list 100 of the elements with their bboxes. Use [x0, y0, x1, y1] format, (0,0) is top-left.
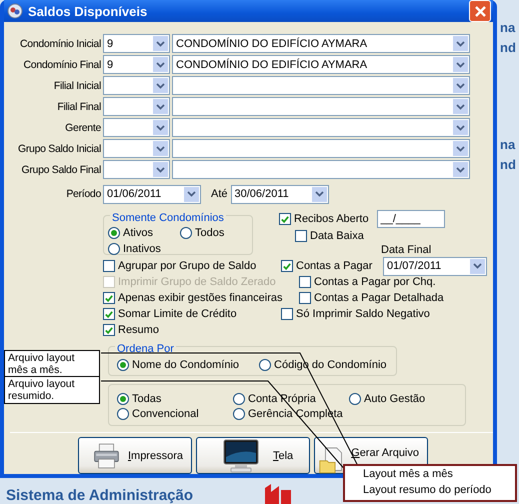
radio-button[interactable]	[117, 358, 129, 370]
checkbox[interactable]	[281, 308, 293, 320]
checkbox[interactable]	[103, 260, 115, 272]
radio-option[interactable]: Auto Gestão	[349, 391, 449, 406]
field-label: Grupo Saldo Inicial	[16, 142, 101, 154]
checkbox-option[interactable]: Contas a Pagar Detalhada	[299, 290, 444, 306]
check-icon	[280, 214, 290, 224]
menu-item[interactable]: Layout resumo do período	[363, 484, 515, 500]
chevron-icon	[456, 62, 465, 68]
dropdown-button[interactable]	[453, 36, 468, 51]
radio-option[interactable]: Ativos	[108, 225, 180, 240]
chevron-icon	[156, 146, 165, 152]
chevron-icon	[156, 40, 165, 46]
checkbox-option[interactable]: Apenas exibir gestões financeiras	[103, 290, 281, 306]
checkbox-option[interactable]: Só Imprimir Saldo Negativo	[281, 306, 430, 322]
checkbox-option[interactable]: Agrupar por Grupo de Saldo	[103, 258, 281, 274]
dropdown-button[interactable]	[153, 57, 168, 72]
checkbox[interactable]	[281, 260, 293, 272]
dropdown-button[interactable]	[184, 186, 199, 202]
name-dropdown[interactable]	[172, 139, 470, 158]
dropdown-button[interactable]	[153, 162, 168, 177]
background-text: nd	[500, 157, 516, 172]
name-dropdown[interactable]: CONDOMÍNIO DO EDIFÍCIO AYMARA	[172, 34, 470, 53]
code-dropdown[interactable]	[103, 97, 170, 116]
chevron-icon	[456, 104, 465, 110]
checkbox[interactable]	[103, 308, 115, 320]
radio-option[interactable]: Nome do Condomínio	[117, 357, 240, 372]
date-dropdown[interactable]: 01/06/2011	[103, 184, 201, 204]
group-title: Ordena Por	[115, 343, 176, 355]
dropdown-button[interactable]	[453, 141, 468, 156]
dropdown-button[interactable]	[453, 162, 468, 177]
dropdown-button[interactable]	[453, 78, 468, 93]
field-label: Período	[65, 188, 101, 200]
checkbox-option[interactable]: Contas a Pagar por Chq.	[299, 274, 436, 290]
window-title: Saldos Disponíveis	[28, 4, 148, 18]
code-dropdown[interactable]: 9	[103, 55, 170, 74]
radio-button[interactable]	[233, 392, 245, 404]
code-dropdown[interactable]	[103, 139, 170, 158]
action-button[interactable]: Impressora	[78, 437, 192, 474]
chevron-icon	[156, 166, 165, 172]
dropdown-button[interactable]	[153, 36, 168, 51]
radio-option[interactable]: Todos	[180, 225, 250, 240]
radio-button[interactable]	[108, 226, 120, 238]
radio-button[interactable]	[117, 392, 129, 404]
field-label: Condomínio Inicial	[19, 38, 101, 50]
radio-option[interactable]: Todas	[117, 391, 233, 406]
dropdown-button[interactable]	[153, 78, 168, 93]
code-dropdown[interactable]	[103, 76, 170, 95]
name-dropdown[interactable]	[172, 160, 470, 179]
dropdown-button[interactable]	[453, 120, 468, 135]
action-button[interactable]: Tela	[196, 437, 310, 474]
check-icon	[104, 324, 114, 336]
app-icon	[7, 3, 23, 19]
checkbox[interactable]	[103, 292, 115, 304]
dropdown-button[interactable]	[453, 99, 468, 114]
check-icon	[104, 308, 114, 320]
radio-option[interactable]: Convencional	[117, 406, 233, 421]
code-dropdown[interactable]: 9	[103, 34, 170, 53]
dropdown-button[interactable]	[470, 258, 485, 274]
date-dropdown[interactable]: 30/06/2011	[230, 184, 329, 204]
radio-button[interactable]	[233, 408, 245, 420]
radio-button[interactable]	[349, 392, 361, 404]
name-dropdown[interactable]	[172, 97, 470, 116]
dropdown-button[interactable]	[453, 57, 468, 72]
radio-button[interactable]	[117, 408, 129, 420]
chevron-icon	[473, 263, 482, 269]
chevron-icon	[456, 124, 465, 130]
checkbox[interactable]	[279, 213, 291, 225]
date-dropdown[interactable]: 01/07/2011	[383, 256, 487, 276]
date-input-field[interactable]: __/____	[376, 210, 445, 228]
name-dropdown[interactable]	[172, 118, 470, 137]
code-dropdown[interactable]	[103, 118, 170, 137]
checkbox[interactable]	[103, 324, 115, 336]
name-dropdown[interactable]	[172, 76, 470, 95]
close-button[interactable]	[469, 0, 491, 22]
checkbox[interactable]	[299, 292, 311, 304]
radio-option[interactable]: Inativos	[108, 241, 180, 256]
chevron-icon	[156, 104, 165, 110]
chevron-icon	[156, 82, 165, 88]
dropdown-button[interactable]	[153, 120, 168, 135]
checkbox-option[interactable]: Somar Limite de Crédito	[103, 306, 281, 322]
checkbox[interactable]	[299, 276, 311, 288]
code-dropdown[interactable]	[103, 160, 170, 179]
background-text: na	[500, 20, 516, 35]
checkbox-option[interactable]: Resumo	[103, 322, 281, 338]
checkbox[interactable]	[295, 230, 307, 242]
name-dropdown[interactable]: CONDOMÍNIO DO EDIFÍCIO AYMARA	[172, 55, 470, 74]
chevron-icon	[156, 124, 165, 130]
check-icon	[104, 292, 114, 304]
dropdown-button[interactable]	[153, 99, 168, 114]
background-text: na	[500, 137, 516, 152]
radio-button[interactable]	[180, 226, 192, 238]
callout-label: Arquivo layout mês a mês.	[4, 350, 100, 378]
radio-button[interactable]	[259, 358, 272, 370]
dropdown-button[interactable]	[153, 141, 168, 156]
dropdown-button[interactable]	[312, 186, 327, 202]
radio-button[interactable]	[108, 242, 120, 254]
checkbox-option[interactable]: Contas a Pagar	[281, 258, 372, 274]
checkbox-option[interactable]: Data Baixa	[295, 228, 487, 244]
checkbox-option[interactable]: Recibos Aberto	[279, 211, 369, 227]
